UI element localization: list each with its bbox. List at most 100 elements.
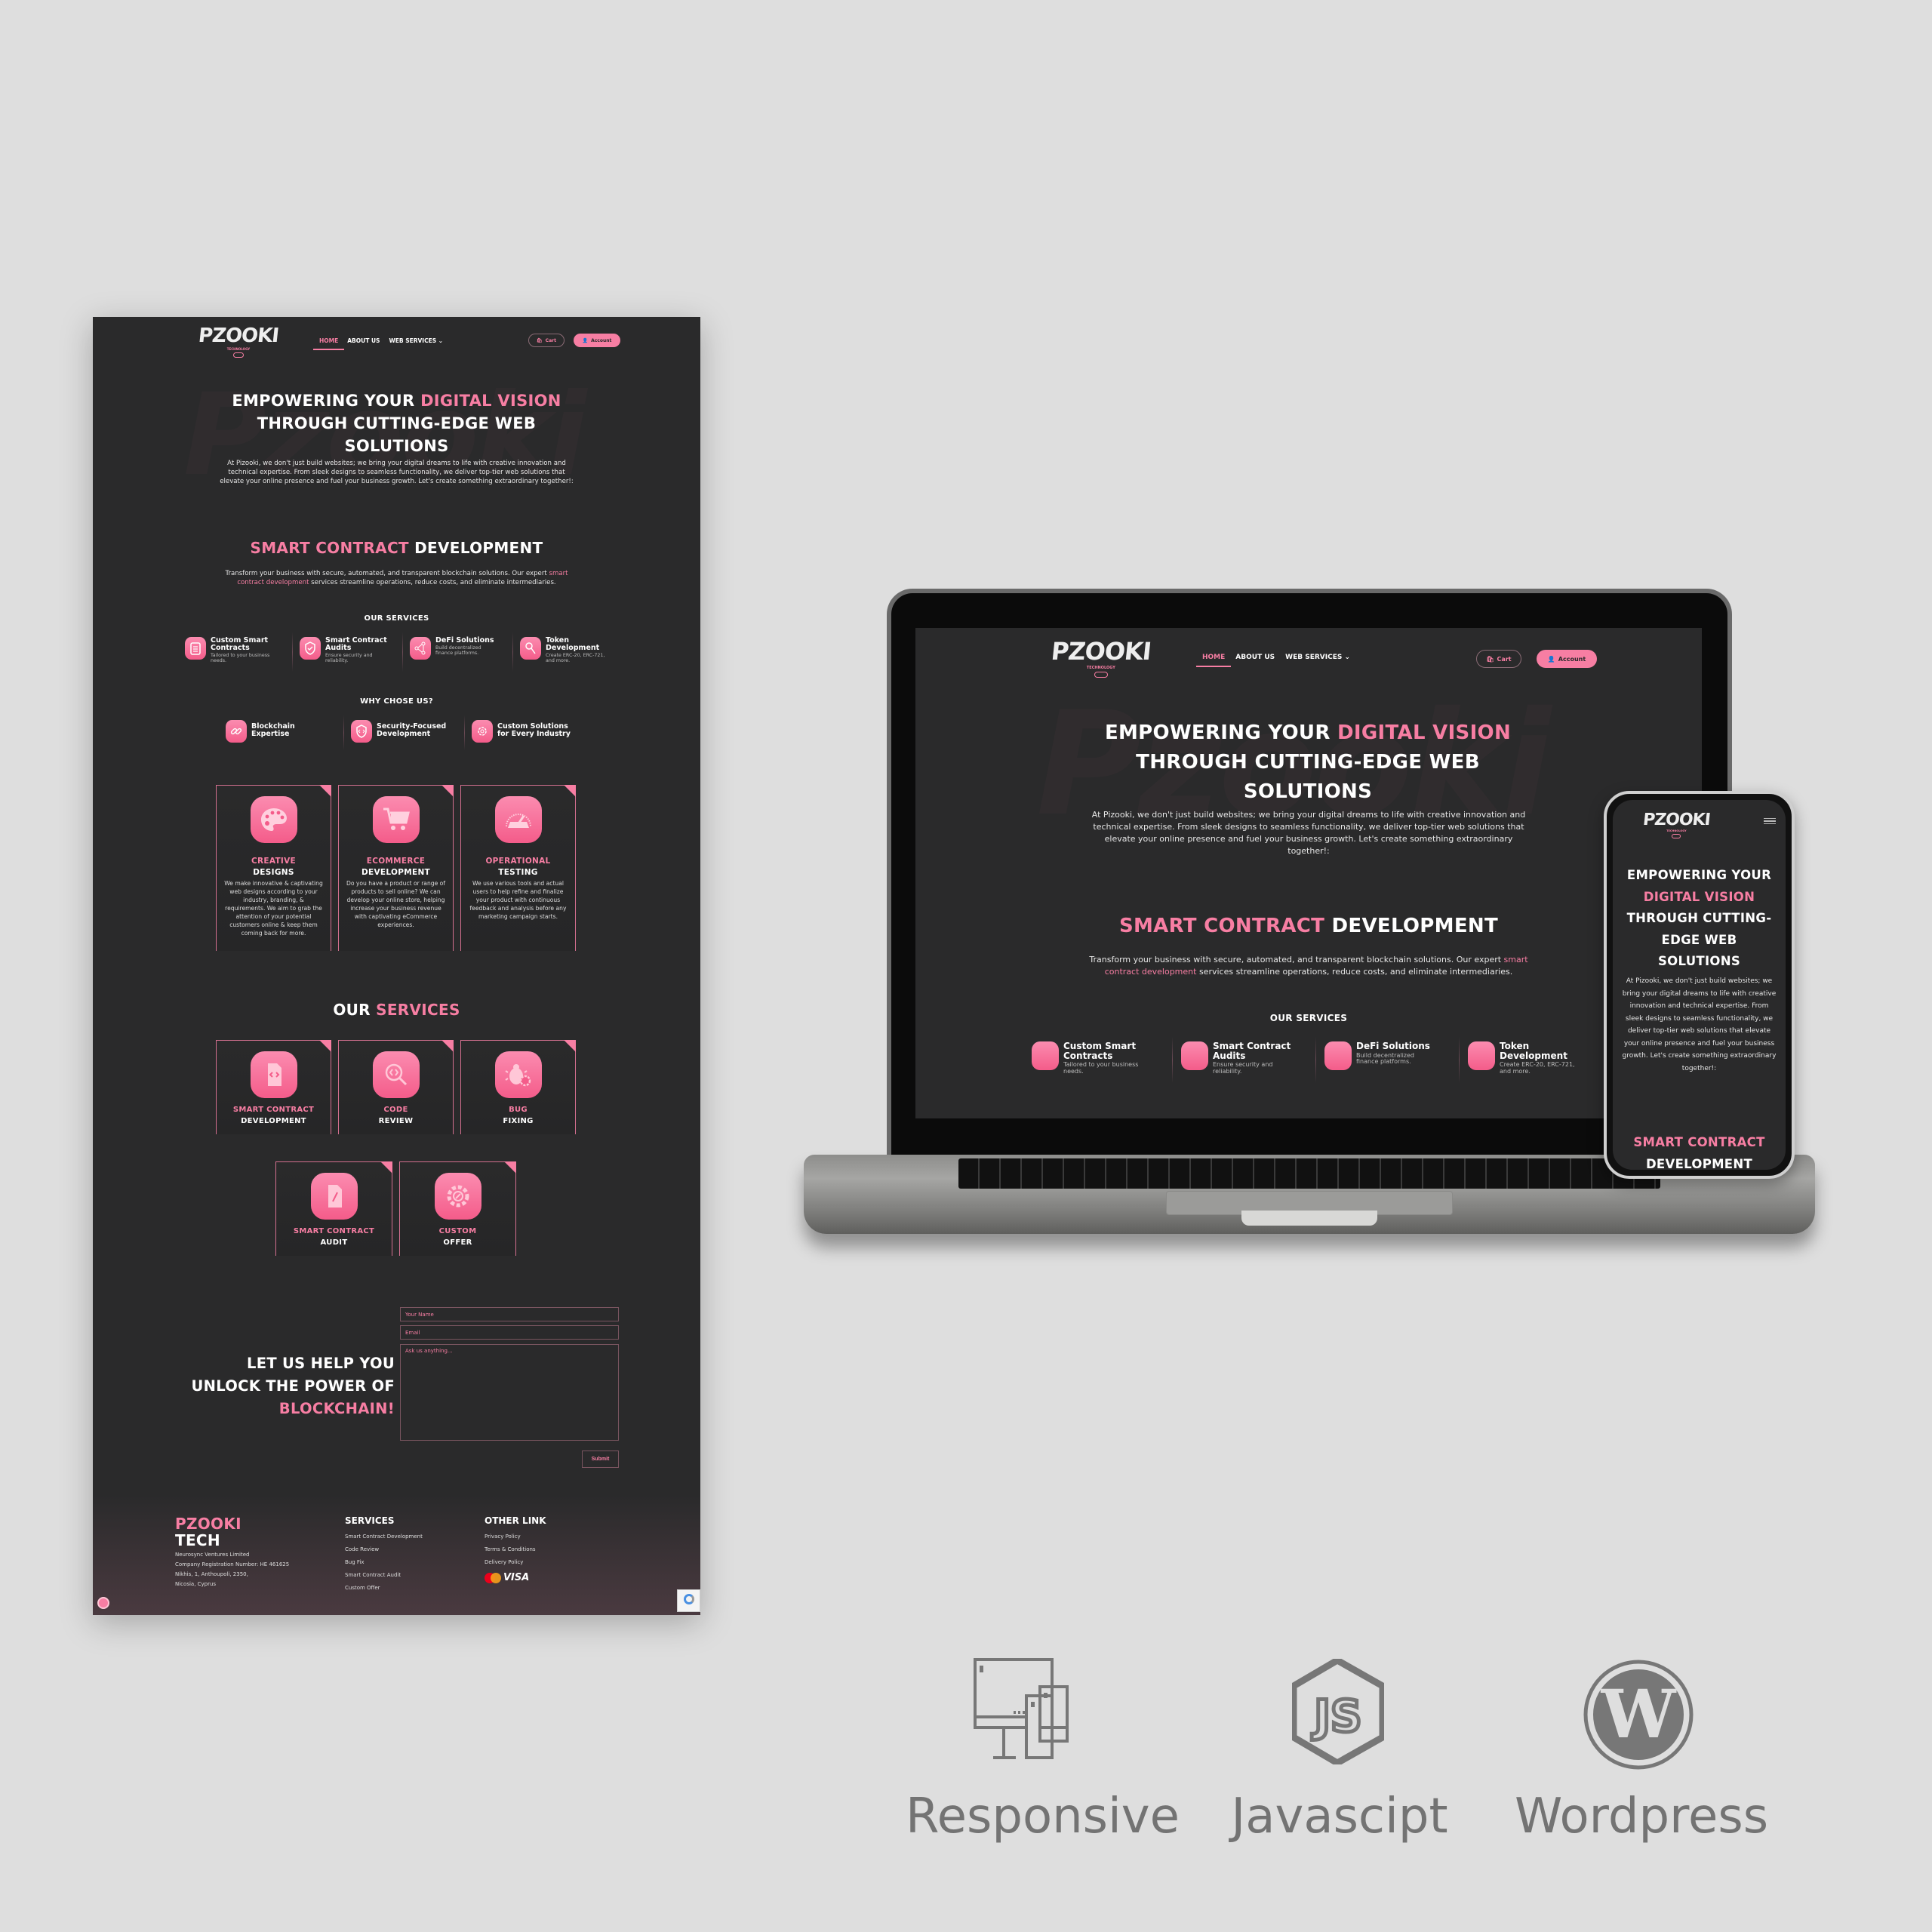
logo-tagline: TECHNOLOGY	[1666, 829, 1687, 832]
smart-contract-body: Transform your business with secure, aut…	[225, 570, 568, 586]
footer-link[interactable]: Delivery Policy	[485, 1556, 546, 1569]
hero-title: EMPOWERING YOUR DIGITAL VISION THROUGH C…	[232, 392, 561, 455]
footer-brand: PZOOKI TECH Neurosync Ventures Limited C…	[175, 1515, 290, 1587]
nav-home[interactable]: HOME	[1195, 654, 1232, 667]
cart-button[interactable]: 🛍 Cart	[1476, 650, 1521, 668]
service-item[interactable]: Smart Contract Audits Ensure security and…	[1172, 1037, 1315, 1083]
laptop-keyboard	[958, 1158, 1660, 1189]
service-item[interactable]: Custom Smart Contracts Tailored to your b…	[182, 637, 292, 664]
payment-logos: VISA	[485, 1572, 546, 1583]
hero-body: At Pizooki, we don't just build websites…	[1622, 977, 1777, 1072]
feature-card[interactable]: CREATIVE DESIGNS We make innovative & ca…	[216, 785, 331, 951]
logo-badge	[232, 352, 244, 358]
service-item[interactable]: Smart Contract Audits Ensure security and…	[292, 632, 402, 672]
clipboard-icon	[1032, 1041, 1059, 1070]
footer-other-links: OTHER LINK Privacy Policy Terms & Condit…	[485, 1515, 546, 1583]
feature-card[interactable]: OPERATIONAL TESTING We use various tools…	[460, 785, 576, 951]
smart-contract-title: SMART CONTRACT DEVELOPMENT	[250, 539, 543, 557]
main-nav: HOME ABOUT US WEB SERVICES ⌄	[1195, 654, 1350, 667]
footer-services: SERVICES Smart Contract Development Code…	[345, 1515, 423, 1595]
site-logo[interactable]: PZOOKI TECHNOLOGY	[197, 325, 280, 358]
wordpress-icon: W	[1583, 1659, 1694, 1770]
site-logo[interactable]: PZOOKI TECHNOLOGY	[1050, 637, 1152, 678]
contact-title: LET US HELP YOU UNLOCK THE POWER OF BLOC…	[191, 1355, 395, 1417]
service-item[interactable]: DeFi Solutions Build decentralized financ…	[402, 632, 512, 672]
user-icon: 👤	[582, 337, 589, 343]
name-input[interactable]	[400, 1307, 619, 1321]
nav-web-services[interactable]: WEB SERVICES ⌄	[1285, 654, 1350, 661]
account-button[interactable]: 👤 Account	[574, 334, 620, 347]
chevron-down-icon: ⌄	[1344, 654, 1351, 661]
network-share-icon	[410, 637, 431, 660]
logo-badge	[1672, 834, 1681, 838]
palette-icon	[250, 796, 297, 843]
feature-card[interactable]: ECOMMERCE DEVELOPMENT Do you have a prod…	[338, 785, 454, 951]
why-item: Security-Focused Development	[343, 715, 464, 750]
code-shield-icon	[351, 720, 372, 743]
shield-check-icon	[1181, 1041, 1208, 1070]
smart-contract-title: SMART CONTRACT DEVELOPMENT	[1118, 915, 1498, 937]
account-button[interactable]: 👤 Account	[1537, 650, 1597, 668]
chat-widget-button[interactable]	[97, 1597, 109, 1609]
service-item[interactable]: DeFi Solutions Build decentralized financ…	[1315, 1037, 1459, 1083]
shield-check-icon	[300, 637, 321, 660]
recaptcha-badge[interactable]	[677, 1589, 700, 1612]
nav-about-us[interactable]: ABOUT US	[347, 337, 380, 344]
email-input[interactable]	[400, 1325, 619, 1340]
nav-web-services[interactable]: WEB SERVICES ⌄	[389, 337, 443, 344]
footer-link[interactable]: Code Review	[345, 1543, 423, 1556]
message-textarea[interactable]	[400, 1344, 619, 1441]
service-item[interactable]: Token Development Create ERC-20, ERC-721,…	[1459, 1037, 1602, 1083]
logo-mark: PZOOKI	[1641, 811, 1712, 829]
footer-link[interactable]: Terms & Conditions	[485, 1543, 546, 1556]
why-row: Blockchain Expertise Security-Focused De…	[223, 715, 585, 750]
cart-button[interactable]: 🛍 Cart	[528, 334, 565, 347]
why-item: Custom Solutions for Every Industry	[464, 715, 585, 750]
laptop-screen-preview: Pzooki PZOOKI TECHNOLOGY HOME ABOUT US W…	[915, 628, 1702, 1118]
pen-file-icon	[310, 1173, 358, 1220]
logo-tagline: TECHNOLOGY	[1086, 666, 1115, 670]
svg-text:JS: JS	[1311, 1690, 1361, 1742]
footer-link[interactable]: Custom Offer	[345, 1582, 423, 1595]
key-icon	[520, 637, 541, 660]
service-card[interactable]: SMART CONTRACT DEVELOPMENT	[216, 1040, 331, 1134]
service-card[interactable]: CODE REVIEW	[338, 1040, 454, 1134]
services-row: Custom Smart Contracts Tailored to your b…	[1029, 1037, 1602, 1083]
service-card[interactable]: SMART CONTRACT AUDIT	[275, 1161, 392, 1256]
account-label: Account	[591, 337, 612, 343]
gear-wrench-icon	[434, 1173, 481, 1220]
services-heading: OUR SERVICES	[364, 614, 429, 623]
footer-link[interactable]: Smart Contract Development	[345, 1531, 423, 1543]
nav-web-services-label: WEB SERVICES	[1285, 654, 1343, 661]
service-card[interactable]: CUSTOM OFFER	[399, 1161, 516, 1256]
user-icon: 👤	[1547, 655, 1555, 663]
footer-link[interactable]: Smart Contract Audit	[345, 1569, 423, 1582]
chevron-down-icon: ⌄	[438, 337, 444, 344]
site-logo[interactable]: PZOOKI TECHNOLOGY	[1641, 811, 1712, 838]
mastercard-icon	[485, 1572, 501, 1583]
cart-icon	[372, 796, 420, 843]
service-card[interactable]: BUG FIXING	[460, 1040, 576, 1134]
nav-about-us[interactable]: ABOUT US	[1235, 654, 1275, 661]
service-item[interactable]: Custom Smart Contracts Tailored to your b…	[1029, 1041, 1172, 1075]
basket-icon: 🛍	[537, 337, 543, 343]
bug-gear-icon	[494, 1051, 542, 1098]
clipboard-icon	[185, 637, 206, 660]
hamburger-icon[interactable]	[1764, 818, 1776, 824]
feature-label-javascript: Javascipt	[1231, 1789, 1448, 1844]
footer-link[interactable]: Privacy Policy	[485, 1531, 546, 1543]
why-item: Blockchain Expertise	[223, 720, 343, 743]
code-search-icon	[372, 1051, 420, 1098]
submit-button[interactable]: Submit	[582, 1451, 619, 1468]
javascript-icon: JS	[1290, 1656, 1386, 1767]
logo-tagline: TECHNOLOGY	[226, 347, 251, 351]
visa-logo: VISA	[503, 1572, 530, 1583]
gear-tools-icon	[472, 720, 493, 743]
nav-home[interactable]: HOME	[312, 337, 345, 350]
hero-title: EMPOWERING YOUR DIGITAL VISION THROUGH C…	[1626, 868, 1772, 968]
hero-title: EMPOWERING YOUR DIGITAL VISION THROUGH C…	[1104, 721, 1512, 803]
service-item[interactable]: Token Development Create ERC-20, ERC-721,…	[512, 632, 623, 672]
full-page-preview: Pzooki PZOOKI TECHNOLOGY HOME ABOUT US W…	[93, 317, 700, 1615]
footer-link[interactable]: Bug Fix	[345, 1556, 423, 1569]
main-nav: HOME ABOUT US WEB SERVICES ⌄	[312, 337, 443, 350]
